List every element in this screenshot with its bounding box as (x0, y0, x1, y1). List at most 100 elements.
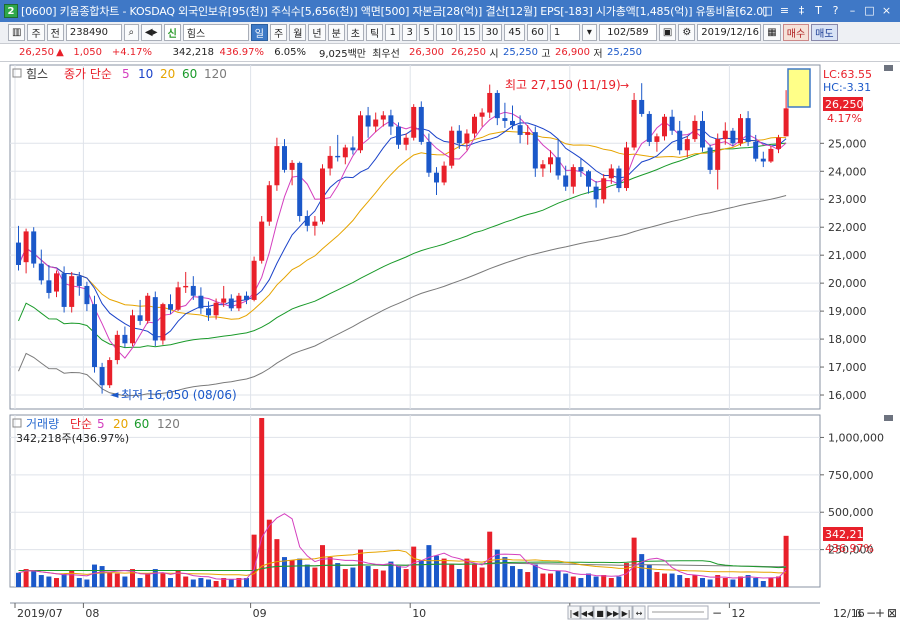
volume-bar[interactable] (198, 578, 204, 587)
candle-body[interactable] (563, 175, 569, 187)
nav-button-3[interactable]: ▶▶ (607, 609, 620, 618)
candle-body[interactable] (616, 168, 622, 189)
candle-body[interactable] (130, 315, 135, 344)
candle-body[interactable] (236, 295, 242, 309)
volume-bar[interactable] (479, 567, 485, 587)
candle-body[interactable] (684, 139, 690, 151)
volume-bar[interactable] (426, 545, 432, 587)
candle-body[interactable] (380, 115, 386, 120)
candle-body[interactable] (282, 146, 287, 170)
font-icon[interactable]: T (811, 3, 826, 18)
volume-bar[interactable] (61, 573, 67, 587)
candle-body[interactable] (107, 360, 113, 386)
candle-body[interactable] (289, 162, 295, 170)
nav-button-5[interactable]: ↔ (636, 609, 643, 618)
volume-bar[interactable] (586, 573, 591, 587)
candle-body[interactable] (137, 315, 143, 321)
volume-bar[interactable] (593, 576, 599, 587)
candle-body[interactable] (548, 157, 553, 165)
interval-5[interactable]: 5 (419, 24, 435, 41)
candle-body[interactable] (69, 276, 75, 307)
candle-body[interactable] (31, 231, 37, 264)
stock-name-field[interactable]: 힘스 (182, 24, 249, 41)
tab-minute[interactable]: 분 (327, 24, 345, 41)
volume-bar[interactable] (570, 576, 576, 587)
candle-body[interactable] (403, 137, 409, 145)
volume-bar[interactable] (441, 558, 447, 587)
help-icon[interactable]: ? (828, 3, 843, 18)
candle-body[interactable] (221, 298, 227, 303)
volume-bar[interactable] (152, 569, 158, 587)
zoom-out-button[interactable]: − (712, 606, 722, 620)
candle-body[interactable] (312, 221, 318, 226)
volume-bar[interactable] (669, 573, 675, 587)
interval-15[interactable]: 15 (458, 24, 480, 41)
layout-icon[interactable]: ▥ (8, 24, 26, 41)
volume-bar[interactable] (525, 572, 531, 587)
candle-body[interactable] (388, 115, 394, 127)
save-icon[interactable]: ▣ (658, 24, 677, 41)
panel-scroll-marker[interactable] (884, 65, 893, 71)
candle-body[interactable] (92, 304, 97, 368)
tab-second[interactable]: 초 (346, 24, 364, 41)
volume-bar[interactable] (145, 573, 151, 587)
volume-bar[interactable] (54, 578, 59, 587)
candle-body[interactable] (707, 147, 713, 170)
volume-bar[interactable] (646, 564, 652, 587)
candle-body[interactable] (593, 186, 599, 200)
volume-bar[interactable] (517, 569, 523, 587)
candle-body[interactable] (586, 171, 591, 187)
volume-bar[interactable] (700, 578, 705, 587)
candle-body[interactable] (365, 115, 371, 127)
candle-body[interactable] (768, 148, 774, 162)
candle-body[interactable] (46, 280, 52, 293)
volume-bar[interactable] (190, 579, 196, 587)
candle-body[interactable] (418, 106, 424, 142)
candle-body[interactable] (715, 139, 721, 170)
candle-body[interactable] (624, 147, 629, 189)
scale-icon[interactable]: ß (855, 607, 862, 620)
calendar-icon[interactable]: ▦ (763, 24, 781, 41)
candle-body[interactable] (449, 130, 455, 166)
candle-body[interactable] (669, 116, 675, 131)
volume-bar[interactable] (616, 576, 622, 587)
candle-body[interactable] (677, 130, 683, 151)
volume-bar[interactable] (99, 566, 105, 587)
candle-body[interactable] (206, 308, 211, 316)
tab-month[interactable]: 월 (289, 24, 307, 41)
candle-body[interactable] (441, 165, 447, 183)
volume-bar[interactable] (16, 572, 21, 587)
candle-body[interactable] (722, 130, 728, 140)
candle-body[interactable] (479, 112, 485, 117)
volume-bar[interactable] (266, 519, 272, 587)
volume-bar[interactable] (730, 579, 736, 587)
candle-body[interactable] (760, 158, 766, 162)
nav-button-0[interactable]: |◀ (570, 609, 580, 618)
candle-body[interactable] (84, 285, 90, 305)
volume-bar[interactable] (411, 546, 417, 587)
volume-bar[interactable] (783, 535, 789, 587)
marker-box[interactable] (787, 68, 811, 108)
minimize-button[interactable]: – (845, 3, 860, 18)
candle-body[interactable] (753, 141, 759, 159)
volume-bar[interactable] (403, 569, 409, 587)
tab-week[interactable]: 주 (269, 24, 288, 41)
volume-bar[interactable] (760, 581, 766, 587)
prev-button[interactable]: 전 (46, 24, 64, 41)
candle-body[interactable] (213, 302, 219, 316)
candle-body[interactable] (335, 155, 341, 158)
close-button[interactable]: × (879, 3, 894, 18)
volume-bar[interactable] (289, 560, 295, 587)
panel-scroll-marker[interactable] (884, 415, 893, 421)
volume-bar[interactable] (548, 573, 553, 587)
candle-body[interactable] (396, 126, 401, 145)
candle-body[interactable] (570, 167, 576, 187)
candle-body[interactable] (168, 304, 173, 310)
buy-button[interactable]: 매수 (782, 24, 810, 41)
volume-bar[interactable] (46, 576, 52, 587)
interval-3[interactable]: 3 (402, 24, 418, 41)
volume-bar[interactable] (304, 564, 310, 587)
volume-bar[interactable] (213, 581, 219, 587)
period-select[interactable]: 주 (27, 24, 45, 41)
candle-body[interactable] (99, 367, 105, 386)
